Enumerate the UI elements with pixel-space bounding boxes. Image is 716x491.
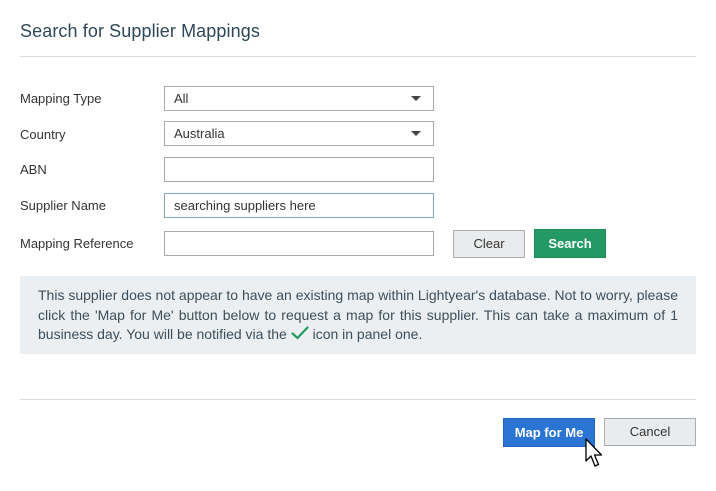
supplier-name-input[interactable]: searching suppliers here [164, 193, 434, 218]
mapping-type-select[interactable]: All [164, 86, 434, 111]
map-for-me-button[interactable]: Map for Me [503, 418, 595, 447]
supplier-mapping-dialog: Search for Supplier Mappings Mapping Typ… [0, 0, 716, 491]
mapping-reference-label: Mapping Reference [20, 236, 134, 251]
country-select[interactable]: Australia [164, 121, 434, 146]
search-button[interactable]: Search [534, 229, 606, 258]
mapping-type-value: All [174, 91, 189, 106]
footer-divider [20, 399, 696, 400]
abn-label: ABN [20, 162, 47, 177]
chevron-down-icon [411, 96, 421, 101]
supplier-name-label: Supplier Name [20, 198, 106, 213]
mapping-reference-input[interactable] [164, 231, 434, 256]
no-map-notice: This supplier does not appear to have an… [20, 276, 696, 354]
dialog-title: Search for Supplier Mappings [20, 21, 260, 41]
cancel-button[interactable]: Cancel [604, 418, 696, 446]
notice-text-tail: icon in panel one. [312, 326, 423, 342]
country-value: Australia [174, 126, 225, 141]
clear-button[interactable]: Clear [453, 230, 525, 258]
title-divider [20, 56, 696, 57]
check-icon [291, 326, 309, 340]
mapping-type-label: Mapping Type [20, 91, 102, 106]
country-label: Country [20, 127, 66, 142]
chevron-down-icon [411, 131, 421, 136]
abn-input[interactable] [164, 157, 434, 182]
